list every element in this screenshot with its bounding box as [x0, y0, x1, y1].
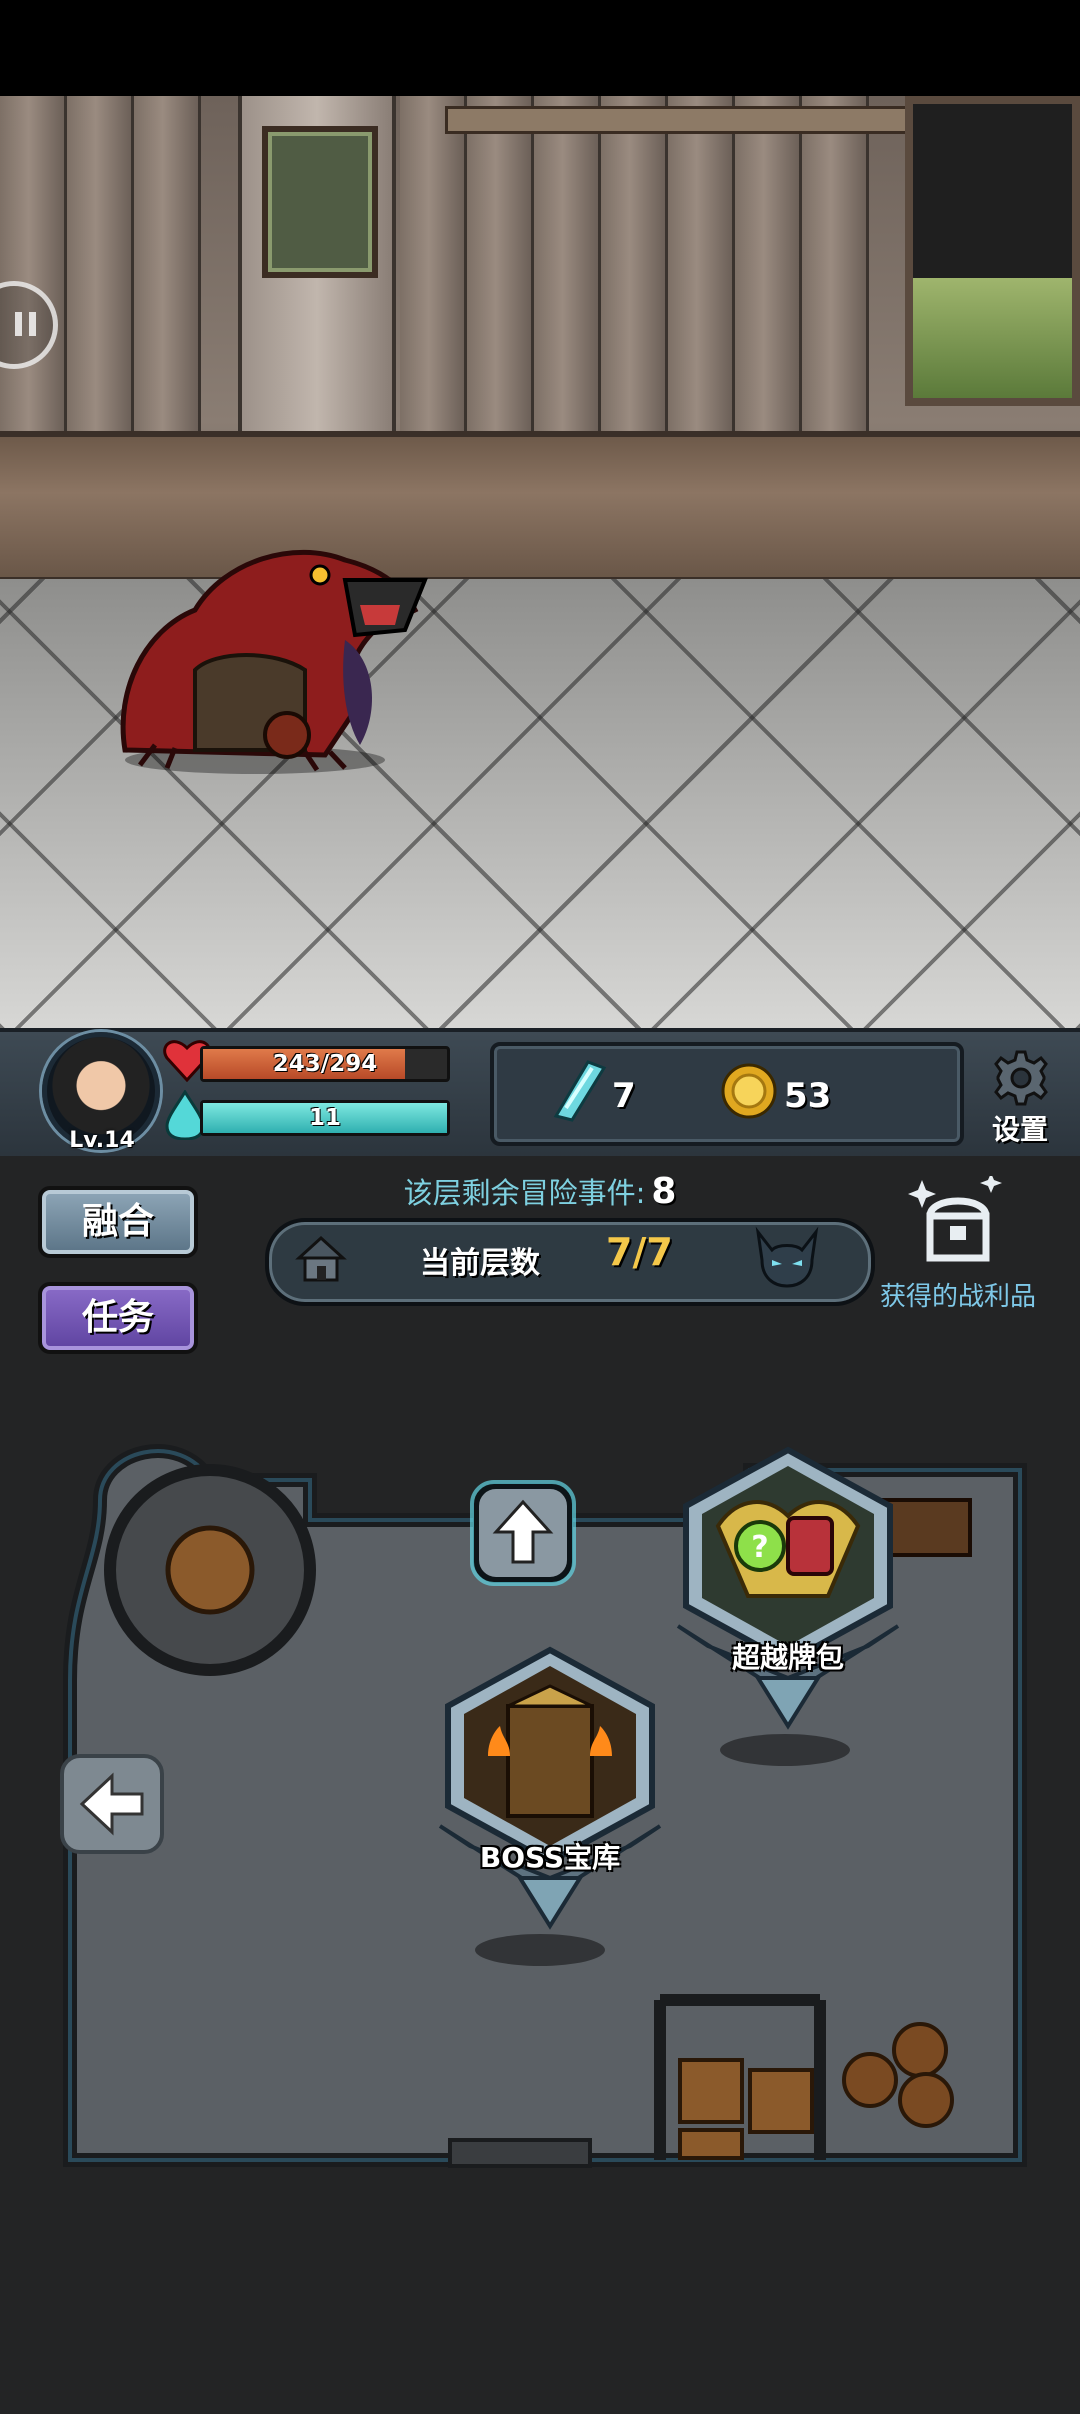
- settings-label: 设置: [991, 1113, 1048, 1146]
- vault-icon: [438, 1646, 662, 1930]
- mp-bar: 11: [200, 1100, 450, 1136]
- window: [905, 96, 1080, 406]
- map-node-boss-vault[interactable]: BOSS宝库: [430, 1646, 670, 1946]
- crystal-count: 7: [612, 1076, 636, 1116]
- settings-button[interactable]: 设置: [975, 1050, 1065, 1150]
- map-node-label: BOSS宝库: [479, 1841, 621, 1874]
- coin-icon: [721, 1063, 777, 1119]
- up-arrow-icon[interactable]: [470, 1480, 576, 1586]
- status-bar: [0, 0, 1080, 96]
- map-node-label: 超越牌包: [731, 1641, 844, 1674]
- mp-text: 11: [308, 1105, 341, 1131]
- map-node-super-pack[interactable]: ? 超越牌包: [668, 1446, 908, 1746]
- remaining-events: 该层剩余冒险事件: 8: [300, 1170, 780, 1212]
- crystal-icon: [553, 1060, 607, 1122]
- hp-text: 243/294: [272, 1051, 378, 1077]
- gear-icon: [994, 1050, 1048, 1106]
- merge-button[interactable]: 融合: [38, 1186, 198, 1258]
- player-level: Lv.14: [69, 1128, 135, 1153]
- loot-label: 获得的战利品: [879, 1282, 1036, 1312]
- remaining-events-label: 该层剩余冒险事件:: [403, 1176, 646, 1210]
- red-beast-monster[interactable]: [105, 520, 435, 780]
- current-floor-label: 当前层数: [420, 1246, 540, 1281]
- remaining-events-count: 8: [651, 1171, 677, 1212]
- task-button[interactable]: 任务: [38, 1282, 198, 1354]
- svg-text:?: ?: [751, 1530, 768, 1565]
- treasure-chest-icon: [908, 1176, 1002, 1262]
- wall-shelf: [445, 106, 971, 134]
- card-pack-icon: ?: [676, 1446, 900, 1730]
- current-floor-value: 7/7: [606, 1230, 673, 1274]
- coin-count: 53: [784, 1076, 832, 1116]
- hp-bar: 243/294: [200, 1046, 450, 1082]
- loot-button[interactable]: 获得的战利品: [878, 1176, 1038, 1316]
- back-arrow-icon[interactable]: [58, 1752, 166, 1856]
- house-icon: [295, 1235, 347, 1282]
- demon-icon: [755, 1226, 819, 1288]
- mana-drop-icon: [165, 1090, 205, 1140]
- wall-painting: [262, 126, 378, 278]
